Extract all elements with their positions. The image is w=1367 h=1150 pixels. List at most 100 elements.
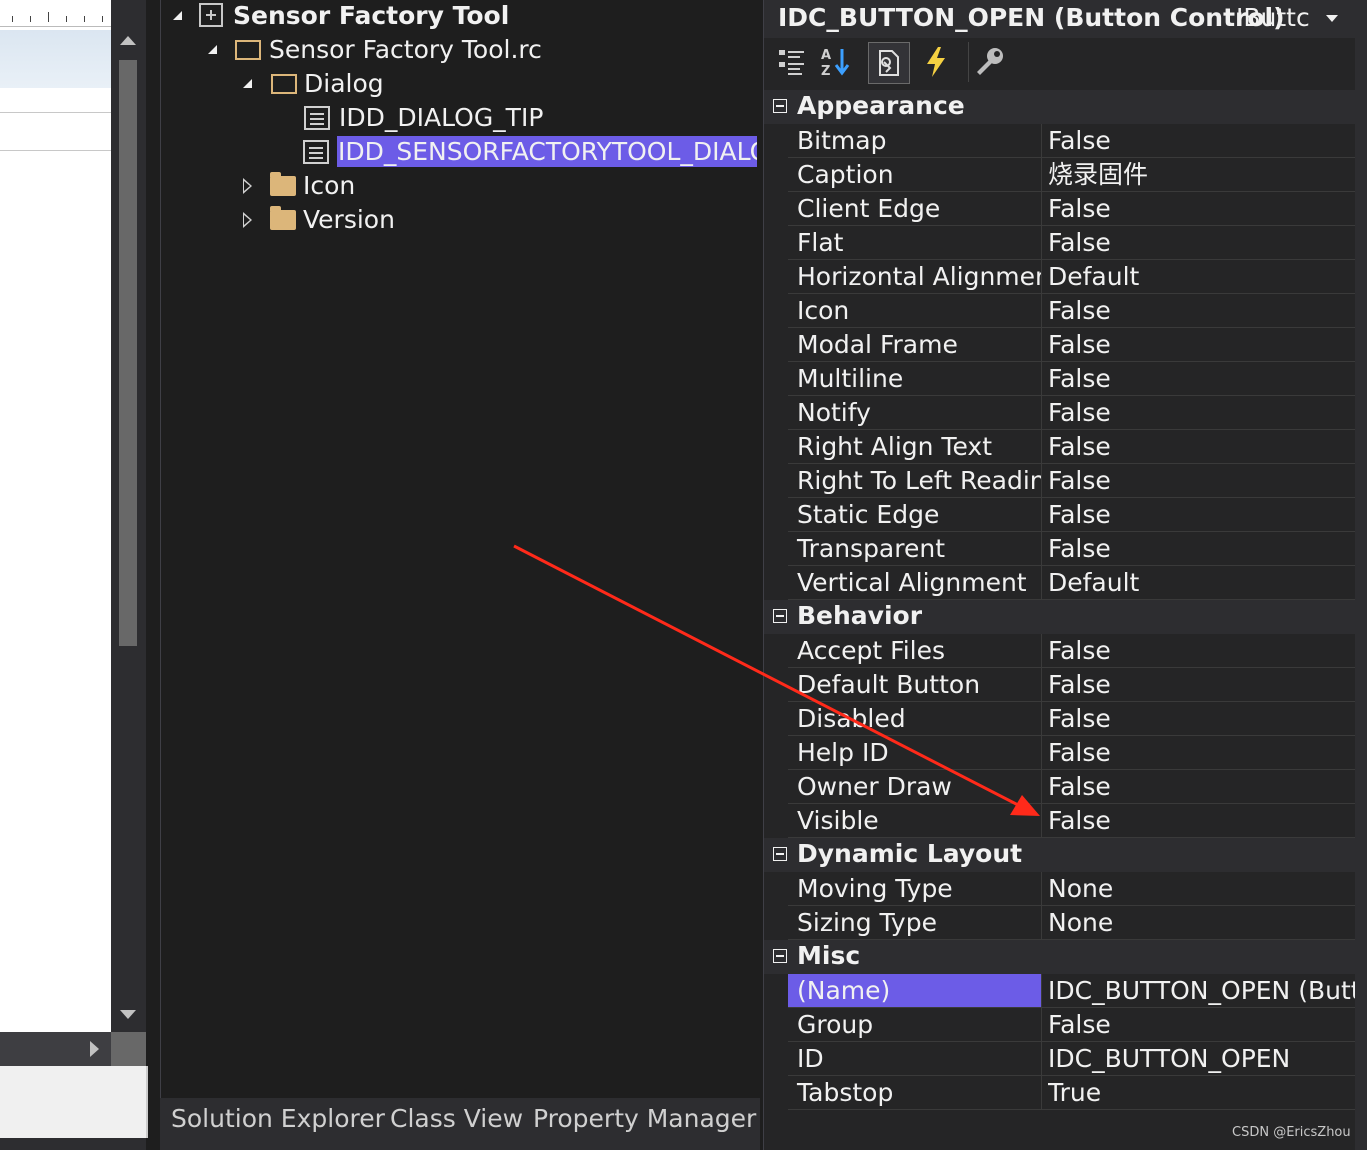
expand-arrow-icon[interactable] <box>208 45 217 54</box>
tree-item-dialog-tip[interactable]: IDD_DIALOG_TIP <box>339 102 543 134</box>
dialog-editor-canvas[interactable] <box>0 0 111 1032</box>
property-row[interactable]: Notify False <box>788 396 1356 430</box>
tab-solution-explorer[interactable]: Solution Explorer <box>171 1104 385 1133</box>
properties-object-selector[interactable]: IDC_BUTTON_OPEN (Button Control) IButtc <box>764 0 1356 38</box>
property-name: Default Button <box>788 668 1042 701</box>
property-value[interactable]: False <box>1048 328 1356 361</box>
property-value[interactable]: False <box>1048 668 1356 701</box>
tree-item-project[interactable]: Sensor Factory Tool <box>233 0 509 32</box>
property-row[interactable]: Icon False <box>788 294 1356 328</box>
category-misc[interactable]: Misc <box>764 940 1356 974</box>
category-dynamic-layout[interactable]: Dynamic Layout <box>764 838 1356 872</box>
tree-item-rc-file[interactable]: Sensor Factory Tool.rc <box>269 34 542 66</box>
property-value[interactable]: False <box>1048 362 1356 395</box>
property-row[interactable]: Horizontal Alignment Default <box>788 260 1356 294</box>
property-value[interactable]: IDC_BUTTON_OPEN <box>1048 1042 1356 1075</box>
watermark: CSDN @EricsZhou <box>1232 1125 1351 1140</box>
dialog-resource-icon <box>304 106 330 130</box>
tree-item-dialog-folder[interactable]: Dialog <box>304 68 384 100</box>
property-name: Static Edge <box>788 498 1042 531</box>
collapse-icon[interactable] <box>773 609 787 623</box>
property-pages-wrench-icon[interactable] <box>968 42 1009 82</box>
chevron-down-icon[interactable] <box>1326 15 1338 22</box>
property-row[interactable]: Owner Draw False <box>788 770 1356 804</box>
tab-property-manager[interactable]: Property Manager <box>533 1104 756 1133</box>
property-value[interactable]: None <box>1048 872 1356 905</box>
property-name: Accept Files <box>788 634 1042 667</box>
property-row[interactable]: ID IDC_BUTTON_OPEN <box>788 1042 1356 1076</box>
property-value[interactable]: False <box>1048 226 1356 259</box>
collapse-icon[interactable] <box>773 847 787 861</box>
property-value[interactable]: False <box>1048 532 1356 565</box>
property-value[interactable]: False <box>1048 770 1356 803</box>
property-value[interactable]: False <box>1048 634 1356 667</box>
property-value[interactable]: False <box>1048 804 1356 837</box>
property-row[interactable]: Accept Files False <box>788 634 1356 668</box>
categorized-icon[interactable] <box>772 42 812 82</box>
property-row[interactable]: Group False <box>788 1008 1356 1042</box>
property-value[interactable]: None <box>1048 906 1356 939</box>
property-value[interactable]: False <box>1048 430 1356 463</box>
property-row[interactable]: Modal Frame False <box>788 328 1356 362</box>
property-name: Disabled <box>788 702 1042 735</box>
property-row[interactable]: Static Edge False <box>788 498 1356 532</box>
property-row[interactable]: Vertical Alignment Default <box>788 566 1356 600</box>
alphabetical-sort-icon[interactable]: AZ <box>816 42 856 82</box>
property-value[interactable]: False <box>1048 736 1356 769</box>
property-row[interactable]: Transparent False <box>788 532 1356 566</box>
property-row[interactable]: Multiline False <box>788 362 1356 396</box>
properties-view-icon[interactable] <box>868 42 910 84</box>
resource-editor-pane <box>0 0 148 1150</box>
property-row[interactable]: Disabled False <box>788 702 1356 736</box>
property-row-selected[interactable]: (Name) IDC_BUTTON_OPEN (Butto <box>788 974 1356 1008</box>
property-row[interactable]: Sizing Type None <box>788 906 1356 940</box>
property-row-visible[interactable]: Visible False <box>788 804 1356 838</box>
horizontal-scrollbar[interactable] <box>0 1032 111 1066</box>
property-row[interactable]: Caption 烧录固件 <box>788 158 1356 192</box>
tab-class-view[interactable]: Class View <box>390 1104 523 1133</box>
property-row[interactable]: Moving Type None <box>788 872 1356 906</box>
property-row[interactable]: Client Edge False <box>788 192 1356 226</box>
property-value[interactable]: False <box>1048 396 1356 429</box>
property-row[interactable]: Default Button False <box>788 668 1356 702</box>
vertical-scrollbar[interactable] <box>111 26 146 1032</box>
properties-toolbar: AZ <box>764 38 1356 88</box>
property-value[interactable]: True <box>1048 1076 1356 1109</box>
property-value[interactable]: False <box>1048 1008 1356 1041</box>
property-value[interactable]: False <box>1048 192 1356 225</box>
property-value[interactable]: 烧录固件 <box>1048 158 1356 191</box>
scroll-right-icon[interactable] <box>90 1041 99 1057</box>
property-value[interactable]: IDC_BUTTON_OPEN (Butto <box>1048 974 1356 1007</box>
scroll-up-icon[interactable] <box>120 36 136 45</box>
events-lightning-icon[interactable] <box>916 42 956 82</box>
tree-item-icon-folder[interactable]: Icon <box>303 170 355 202</box>
scroll-down-icon[interactable] <box>120 1010 136 1019</box>
property-value[interactable]: Default <box>1048 260 1356 293</box>
property-row[interactable]: Flat False <box>788 226 1356 260</box>
property-value[interactable]: False <box>1048 498 1356 531</box>
category-behavior[interactable]: Behavior <box>764 600 1356 634</box>
property-value[interactable]: False <box>1048 294 1356 327</box>
property-row[interactable]: Bitmap False <box>788 124 1356 158</box>
scroll-thumb[interactable] <box>119 60 137 646</box>
property-row[interactable]: Right Align Text False <box>788 430 1356 464</box>
category-label: Misc <box>797 941 861 970</box>
property-value[interactable]: False <box>1048 702 1356 735</box>
property-value[interactable]: False <box>1048 124 1356 157</box>
tree-item-version-folder[interactable]: Version <box>303 204 395 236</box>
expand-arrow-icon[interactable] <box>243 79 252 88</box>
property-value[interactable]: False <box>1048 464 1356 497</box>
property-row[interactable]: Right To Left Reading False <box>788 464 1356 498</box>
collapse-icon[interactable] <box>773 949 787 963</box>
property-name: Moving Type <box>788 872 1042 905</box>
expand-arrow-icon[interactable] <box>173 11 182 20</box>
property-value[interactable]: Default <box>1048 566 1356 599</box>
properties-window: IDC_BUTTON_OPEN (Button Control) IButtc … <box>763 0 1356 1150</box>
collapse-icon[interactable] <box>773 99 787 113</box>
explorer-tabs: Solution Explorer Class View Property Ma… <box>160 1098 760 1150</box>
folder-icon <box>270 172 296 196</box>
property-row[interactable]: Help ID False <box>788 736 1356 770</box>
category-appearance[interactable]: Appearance <box>764 90 1356 124</box>
tree-item-dialog-main[interactable]: IDD_SENSORFACTORYTOOL_DIALOG <box>338 136 757 168</box>
property-row[interactable]: Tabstop True <box>788 1076 1356 1110</box>
